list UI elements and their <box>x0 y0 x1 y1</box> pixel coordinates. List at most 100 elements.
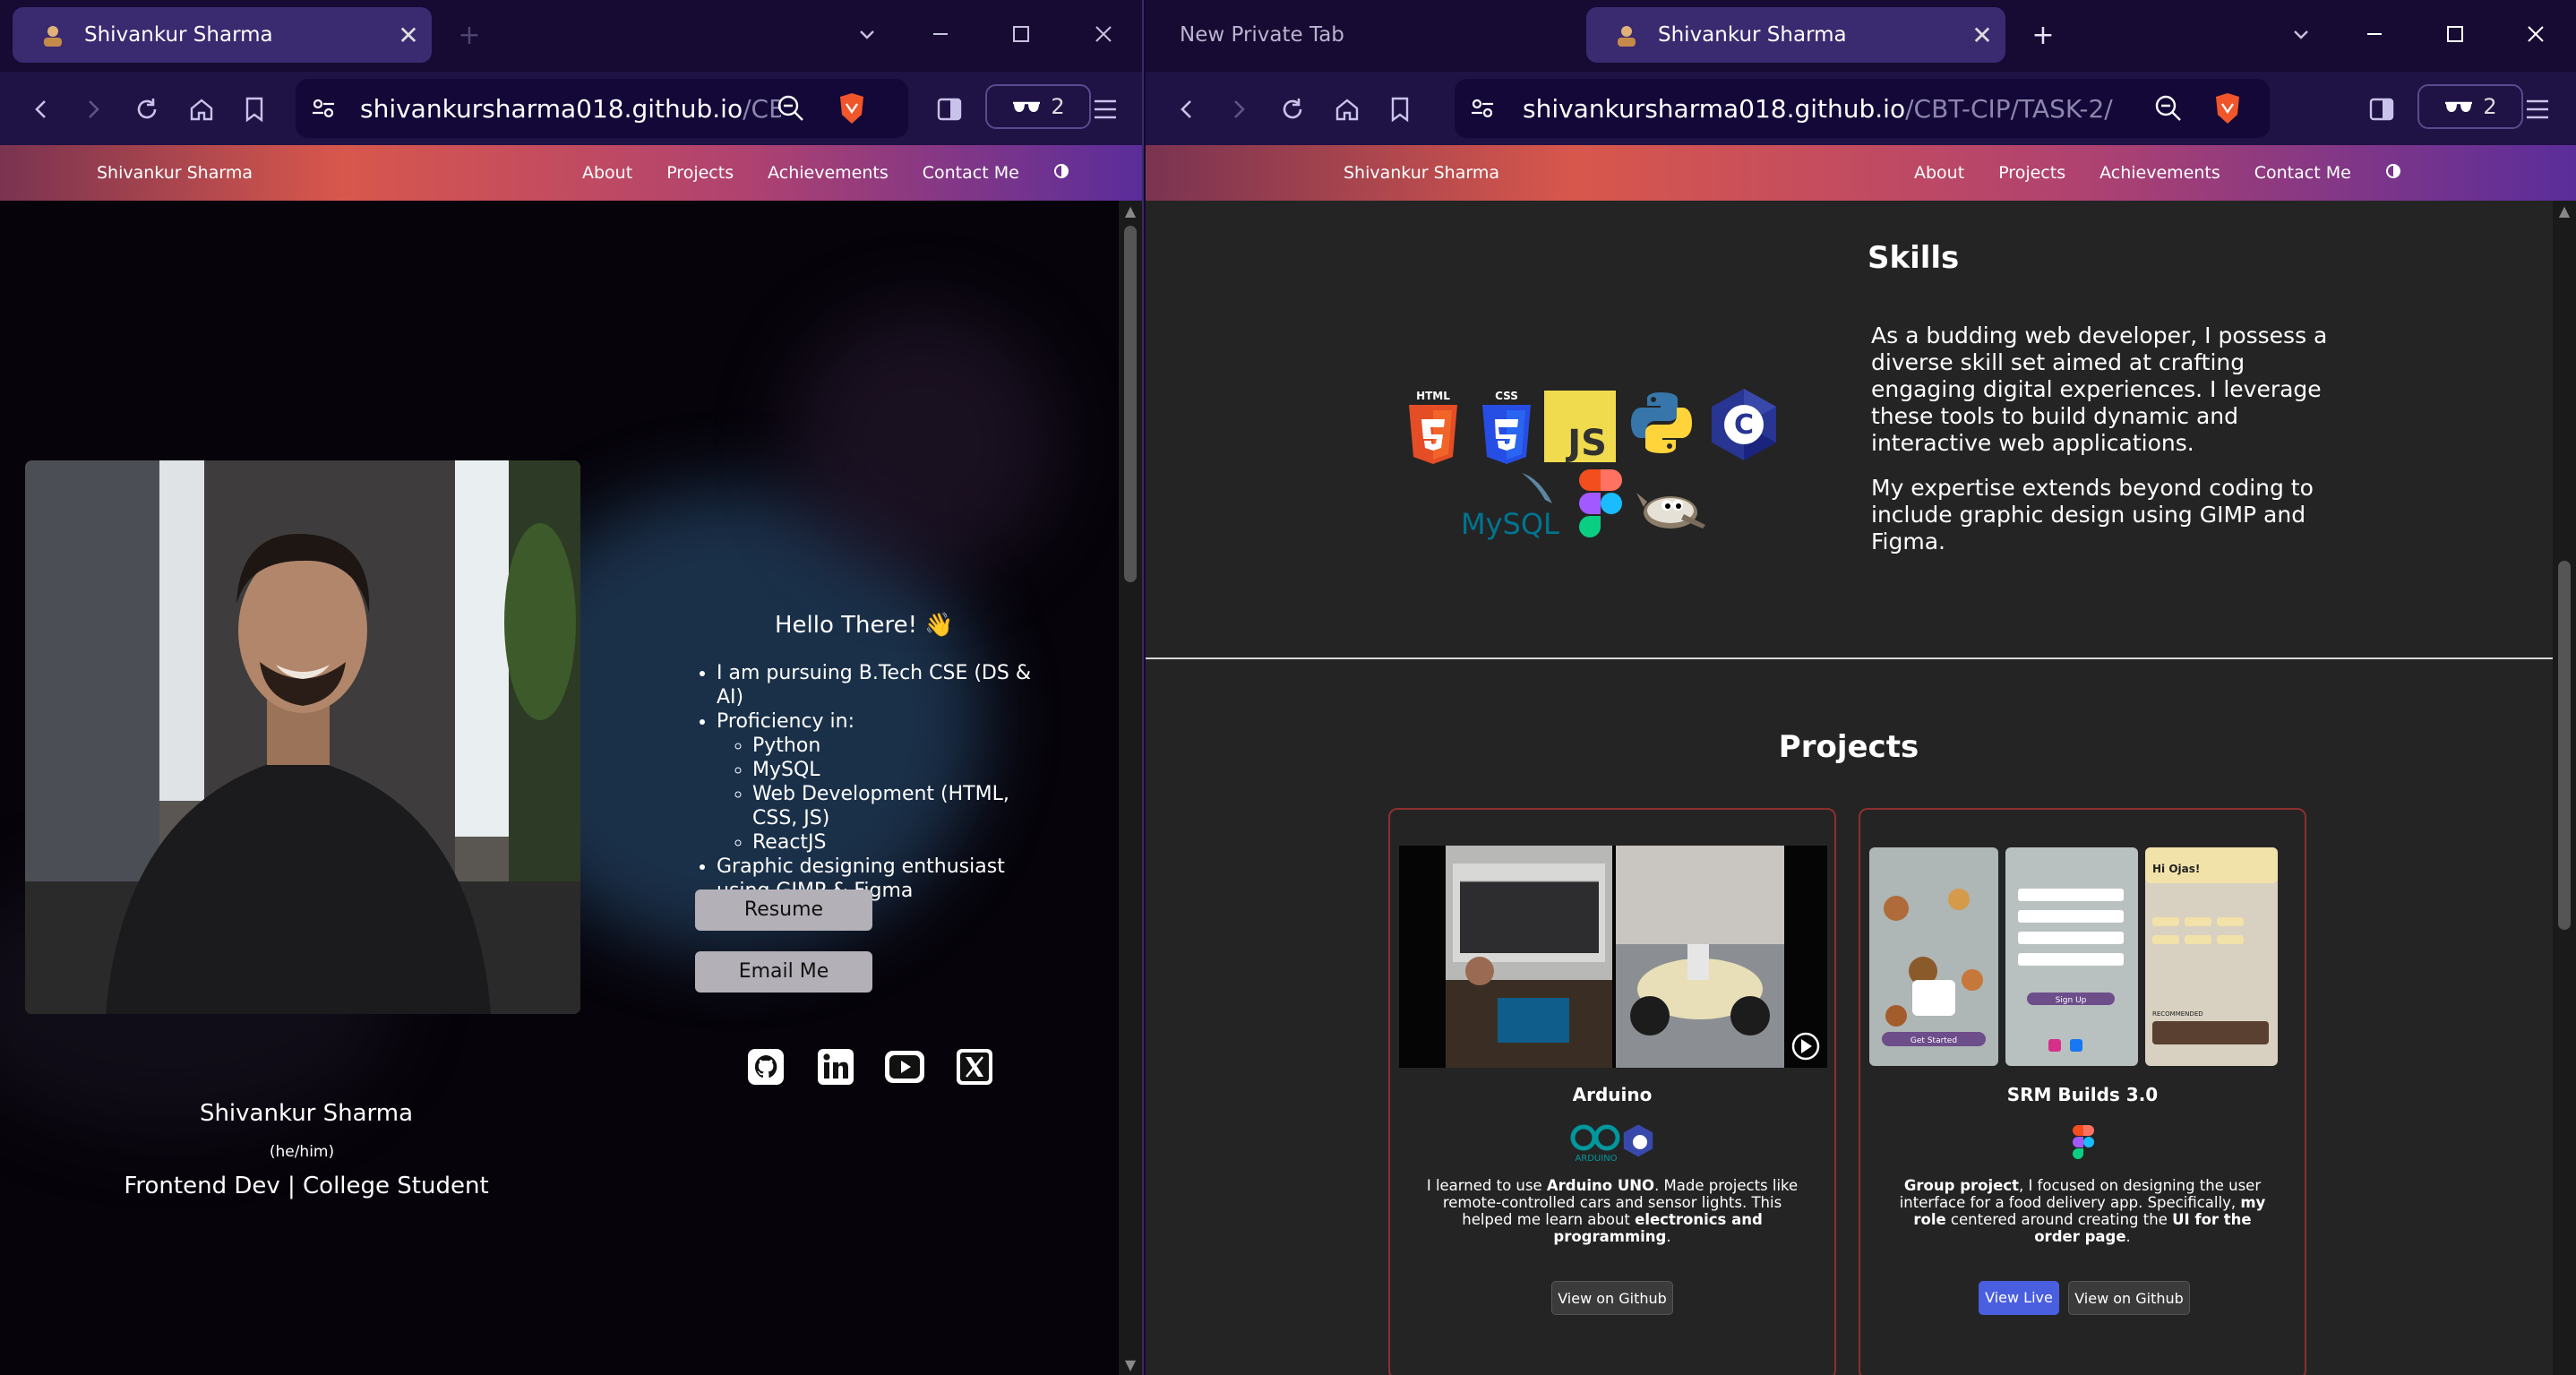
page-scrollbar[interactable]: ▲ ▼ <box>1119 201 1142 1375</box>
view-github-button[interactable]: View on Github <box>1551 1281 1673 1315</box>
maximize-button[interactable] <box>1003 18 1039 54</box>
scrollbar-thumb[interactable] <box>2558 561 2571 930</box>
srm-builds-screenshot[interactable]: Get Started Sign Up Hi Ojas! RECOMMENDED <box>1869 846 2297 1068</box>
page-scrollbar[interactable]: ▲ <box>2553 201 2576 1375</box>
site-settings-icon[interactable] <box>1469 95 1501 122</box>
gimp-icon <box>1635 480 1710 537</box>
tab-list-chevron-icon[interactable] <box>2283 18 2319 54</box>
page-content: Skills HTML CSS JS C MySQL As a budding … <box>1146 201 2553 1375</box>
sidebar-icon[interactable] <box>930 90 969 129</box>
youtube-icon[interactable] <box>883 1045 926 1088</box>
url-text: shivankursharma018.github.io/CB... <box>360 93 781 124</box>
minimize-button[interactable] <box>923 18 958 54</box>
new-tab-button[interactable]: + <box>2025 18 2061 54</box>
back-icon[interactable] <box>1167 90 1206 129</box>
theme-toggle-icon[interactable] <box>2385 163 2401 184</box>
html-label: HTML <box>1416 390 1450 402</box>
zoom-out-icon[interactable] <box>2153 93 2184 127</box>
skills-description-2: My expertise extends beyond coding to in… <box>1871 475 2314 554</box>
profile-photo <box>25 460 580 1014</box>
forward-icon[interactable] <box>73 90 113 129</box>
profile-name: Shivankur Sharma <box>199 1100 414 1127</box>
nav-achievements[interactable]: Achievements <box>2099 163 2220 183</box>
zoom-out-icon[interactable] <box>776 93 806 127</box>
nav-contact[interactable]: Contact Me <box>2254 163 2351 183</box>
brave-shield-icon[interactable] <box>837 91 867 129</box>
section-divider <box>1146 657 2553 659</box>
view-github-button[interactable]: View on Github <box>2068 1281 2190 1315</box>
x-twitter-icon[interactable] <box>953 1045 996 1088</box>
screen3-caption: Hi Ojas! <box>2152 863 2200 875</box>
nav-projects[interactable]: Projects <box>666 163 734 183</box>
list-item: I am pursuing B.Tech CSE (DS & AI) <box>717 661 1039 709</box>
minimize-button[interactable] <box>2357 18 2392 54</box>
intro-list: I am pursuing B.Tech CSE (DS & AI) Profi… <box>717 661 1039 903</box>
background-shape <box>788 308 1057 577</box>
tab-list-chevron-icon[interactable] <box>849 18 885 54</box>
close-tab-icon[interactable]: ✕ <box>391 21 426 50</box>
mysql-label: MySQL <box>1461 507 1559 541</box>
nav-contact[interactable]: Contact Me <box>923 163 1019 183</box>
new-tab-button[interactable]: + <box>451 18 487 54</box>
linkedin-icon[interactable] <box>814 1045 857 1088</box>
home-icon[interactable] <box>182 90 221 129</box>
sidebar-icon[interactable] <box>2362 90 2401 129</box>
avatar-favicon-icon <box>39 21 66 48</box>
list-item: MySQL <box>752 758 1039 782</box>
site-brand[interactable]: Shivankur Sharma <box>97 163 253 183</box>
site-navbar: Shivankur Sharma About Projects Achievem… <box>1146 145 2576 201</box>
page-viewport: Shivankur Sharma About Projects Achievem… <box>0 145 1142 1375</box>
list-item: Python <box>752 734 1039 758</box>
skills-description: As a budding web developer, I possess a … <box>1871 322 2328 456</box>
tab-shivankur[interactable]: Shivankur Sharma ✕ <box>1586 7 2005 63</box>
close-tab-icon[interactable]: ✕ <box>1964 21 2000 50</box>
home-icon[interactable] <box>1327 90 1367 129</box>
close-window-button[interactable] <box>1086 18 1121 54</box>
hero-section: Hello There! 👋 I am pursuing B.Tech CSE … <box>0 201 1119 1375</box>
reload-icon[interactable] <box>1273 90 1312 129</box>
figma-icon <box>1577 468 1627 543</box>
site-settings-icon[interactable] <box>310 95 342 122</box>
view-live-button[interactable]: View Live <box>1979 1281 2059 1315</box>
address-bar[interactable]: shivankursharma018.github.io/CBT-CIP/TAS… <box>1455 79 2270 138</box>
browser-toolbar: shivankursharma018.github.io/CBT-CIP/TAS… <box>1146 72 2576 145</box>
nav-projects[interactable]: Projects <box>1998 163 2065 183</box>
project-card-srm-builds: Get Started Sign Up Hi Ojas! RECOMMENDED… <box>1859 808 2306 1375</box>
private-window-badge[interactable]: 2 <box>2417 84 2523 129</box>
figma-icon <box>2072 1123 2097 1164</box>
project-title: Arduino <box>1572 1084 1653 1105</box>
scroll-up-icon[interactable]: ▲ <box>2553 202 2576 219</box>
avatar-favicon-icon <box>1613 21 1640 48</box>
tab-new-private[interactable]: New Private Tab <box>1146 7 1576 63</box>
nav-about[interactable]: About <box>1914 163 1964 183</box>
theme-toggle-icon[interactable] <box>1053 163 1069 184</box>
address-bar[interactable]: shivankursharma018.github.io/CB... <box>296 79 908 138</box>
nav-about[interactable]: About <box>582 163 632 183</box>
greeting: Hello There! 👋 <box>775 612 954 639</box>
tab-shivankur[interactable]: Shivankur Sharma ✕ <box>13 7 432 63</box>
c-label: C <box>1734 409 1754 441</box>
bookmark-icon[interactable] <box>235 90 274 129</box>
menu-icon[interactable] <box>2518 90 2557 129</box>
menu-icon[interactable] <box>1086 90 1125 129</box>
forward-icon[interactable] <box>1219 90 1258 129</box>
private-count: 2 <box>2483 94 2497 119</box>
site-brand[interactable]: Shivankur Sharma <box>1344 163 1499 183</box>
scrollbar-thumb[interactable] <box>1124 226 1137 582</box>
nav-achievements[interactable]: Achievements <box>768 163 889 183</box>
github-icon[interactable] <box>744 1045 787 1088</box>
brave-shield-icon[interactable] <box>2212 91 2243 129</box>
scroll-up-icon[interactable]: ▲ <box>1119 202 1142 219</box>
bookmark-icon[interactable] <box>1380 90 1420 129</box>
close-window-button[interactable] <box>2518 18 2554 54</box>
reload-icon[interactable] <box>127 90 167 129</box>
resume-button[interactable]: Resume <box>695 889 872 931</box>
email-me-button[interactable]: Email Me <box>695 951 872 993</box>
private-window-badge[interactable]: 2 <box>985 84 1091 129</box>
maximize-button[interactable] <box>2437 18 2473 54</box>
list-item: Proficiency in: Python MySQL Web Develop… <box>717 709 1039 855</box>
screen3-sub: RECOMMENDED <box>2152 1010 2203 1018</box>
arduino-video-thumbnail[interactable] <box>1399 846 1827 1068</box>
back-icon[interactable] <box>21 90 61 129</box>
scroll-down-icon[interactable]: ▼ <box>1119 1356 1142 1373</box>
